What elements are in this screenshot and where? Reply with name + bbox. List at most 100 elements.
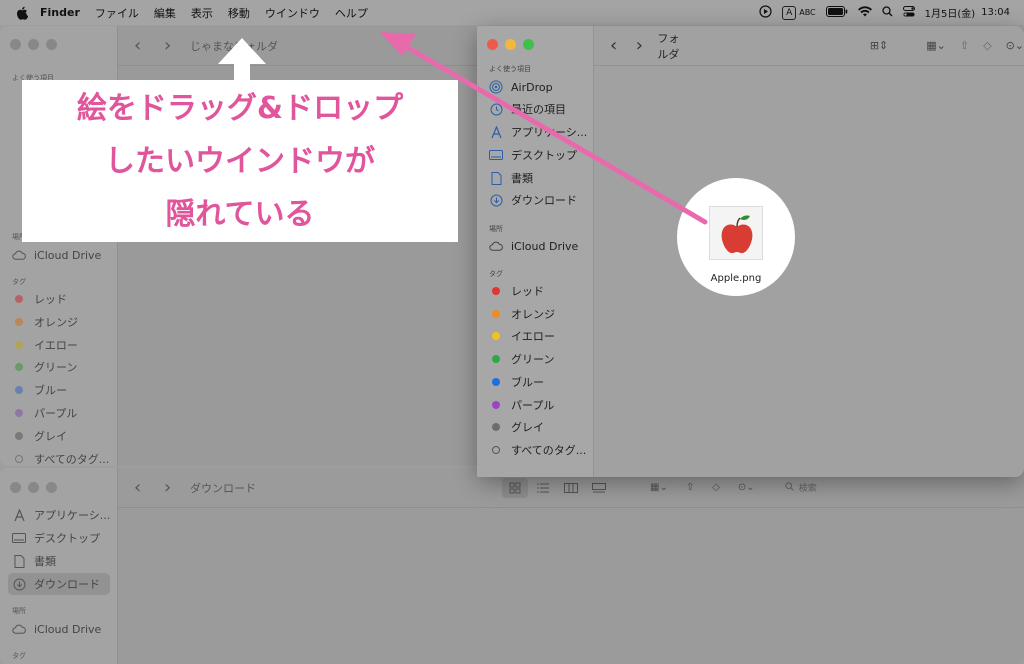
tag-dot-icon [15,318,23,326]
tag-icon[interactable]: ◇ [983,39,991,52]
more-actions-icon[interactable]: ⊙⌄ [738,482,755,493]
cloud-icon [12,248,26,262]
zoom-button[interactable] [523,39,534,50]
tag-dot-icon [15,409,23,417]
forward-chevron-icon[interactable]: › [164,477,178,498]
sidebar-tag-gray[interactable]: グレイ [12,427,67,445]
back-chevron-icon[interactable]: ‹ [610,35,620,56]
icon-view-icon[interactable] [502,477,528,498]
back-chevron-icon[interactable]: ‹ [134,477,148,498]
sidebar-item-applications[interactable]: アプリケーシ... [12,506,110,524]
back-chevron-icon[interactable]: ‹ [134,35,148,56]
close-button[interactable] [10,39,21,50]
menu-file[interactable]: ファイル [95,5,139,21]
sidebar-item-desktop[interactable]: デスクトップ [489,146,577,164]
more-actions-icon[interactable]: ⊙⌄ [1006,39,1024,52]
favorites-header: よく使う項目 [489,65,531,73]
sidebar-item-label: AirDrop [511,80,553,94]
battery-icon[interactable] [825,5,848,20]
sidebar-tag-yellow[interactable]: イエロー [489,327,555,345]
sidebar-item-label: パープル [34,407,78,420]
group-by-icon[interactable]: ▦⌄ [650,482,668,493]
sidebar-item-applications[interactable]: アプリケーシ... [489,123,587,141]
close-button[interactable] [487,39,498,50]
menu-go[interactable]: 移動 [228,5,250,21]
control-center-icon[interactable] [902,5,915,20]
minimize-button[interactable] [28,482,39,493]
input-source[interactable]: A ABC [782,5,816,20]
apple-image-icon [709,206,763,260]
sidebar-item-documents[interactable]: 書類 [12,552,56,570]
sidebar-tag-orange[interactable]: オレンジ [489,305,555,323]
window-title: じゃまなフォルダ [190,39,278,53]
menu-time[interactable]: 13:04 [981,7,1010,18]
sidebar-item-icloud[interactable]: iCloud Drive [12,246,101,264]
forward-chevron-icon[interactable]: › [636,35,646,56]
sidebar-tag-blue[interactable]: ブルー [12,381,67,399]
sidebar-item-icloud[interactable]: iCloud Drive [489,237,578,255]
menu-window[interactable]: ウインドウ [265,5,320,21]
column-view-icon[interactable] [558,478,584,498]
menu-app-name[interactable]: Finder [40,6,80,19]
menu-help[interactable]: ヘルプ [335,5,368,21]
sidebar-item-icloud[interactable]: iCloud Drive [12,620,101,638]
sidebar-tag-purple[interactable]: パープル [12,404,77,422]
places-header: 場所 [489,225,503,233]
apple-menu-icon[interactable] [14,5,30,21]
sidebar-item-downloads[interactable]: ダウンロード [8,573,110,595]
tag-icon[interactable]: ◇ [712,482,720,493]
sidebar-item-label: ダウンロード [34,578,100,591]
share-icon[interactable]: ⇧ [686,482,694,493]
sidebar-tag-red[interactable]: レッド [12,290,67,308]
gallery-view-icon[interactable] [586,478,612,498]
sidebar-all-tags[interactable]: すべてのタグ... [12,450,109,466]
sidebar-tag-gray[interactable]: グレイ [489,418,544,436]
sidebar-item-recents[interactable]: 最近の項目 [489,100,566,118]
menu-view[interactable]: 表示 [191,5,213,21]
zoom-button[interactable] [46,39,57,50]
sidebar-item-airdrop[interactable]: AirDrop [489,78,553,96]
close-button[interactable] [10,482,21,493]
sidebar-tag-red[interactable]: レッド [489,282,544,300]
wifi-icon[interactable] [857,5,872,20]
share-icon[interactable]: ⇧ [960,39,969,52]
sidebar-item-label: グレイ [511,421,544,434]
list-view-icon[interactable] [530,478,556,498]
sidebar-tag-orange[interactable]: オレンジ [12,313,78,331]
sidebar: アプリケーシ... デスクトップ 書類 ダウンロード 場所 iCloud Dri… [0,468,118,664]
toolbar: ‹ › フォルダ ⊞⇕ ▦⌄ ⇧ ◇ ⊙⌄ [594,26,1024,66]
sidebar-item-label: グリーン [511,353,555,366]
tag-dot-icon [492,378,500,386]
sidebar-tag-green[interactable]: グリーン [489,350,554,368]
sidebar-item-label: iCloud Drive [34,248,102,262]
sidebar-tag-blue[interactable]: ブルー [489,373,544,391]
play-icon[interactable] [759,4,772,21]
view-switcher [502,477,612,498]
sidebar-tag-yellow[interactable]: イエロー [12,336,78,354]
window-controls [487,39,534,50]
sidebar-item-label: グリーン [34,361,78,374]
search-field[interactable]: 検索 [785,481,817,494]
airdrop-icon [489,80,503,94]
sidebar-item-desktop[interactable]: デスクトップ [12,529,100,547]
minimize-button[interactable] [28,39,39,50]
minimize-button[interactable] [505,39,516,50]
sidebar-all-tags[interactable]: すべてのタグ... [489,441,586,459]
group-by-icon[interactable]: ▦⌄ [926,39,946,52]
menu-edit[interactable]: 編集 [154,5,176,21]
icon-view-icon[interactable]: ⊞⇕ [870,39,888,52]
sidebar-tag-green[interactable]: グリーン [12,358,77,376]
sidebar-item-label: デスクトップ [511,149,577,162]
menu-date[interactable]: 1月5日(金) [925,5,976,20]
tag-dot-icon [492,287,500,295]
zoom-button[interactable] [46,482,57,493]
spotlight-search-icon[interactable] [881,5,893,20]
forward-chevron-icon[interactable]: › [164,35,178,56]
sidebar-tag-purple[interactable]: パープル [489,396,554,414]
sidebar-item-downloads[interactable]: ダウンロード [489,191,577,209]
sidebar-item-label: ダウンロード [511,194,577,207]
sidebar-item-documents[interactable]: 書類 [489,169,533,187]
sidebar-item-label: ブルー [511,376,544,389]
callout-line: 絵をドラッグ&ドロップ [76,90,404,126]
window-controls [10,39,57,50]
